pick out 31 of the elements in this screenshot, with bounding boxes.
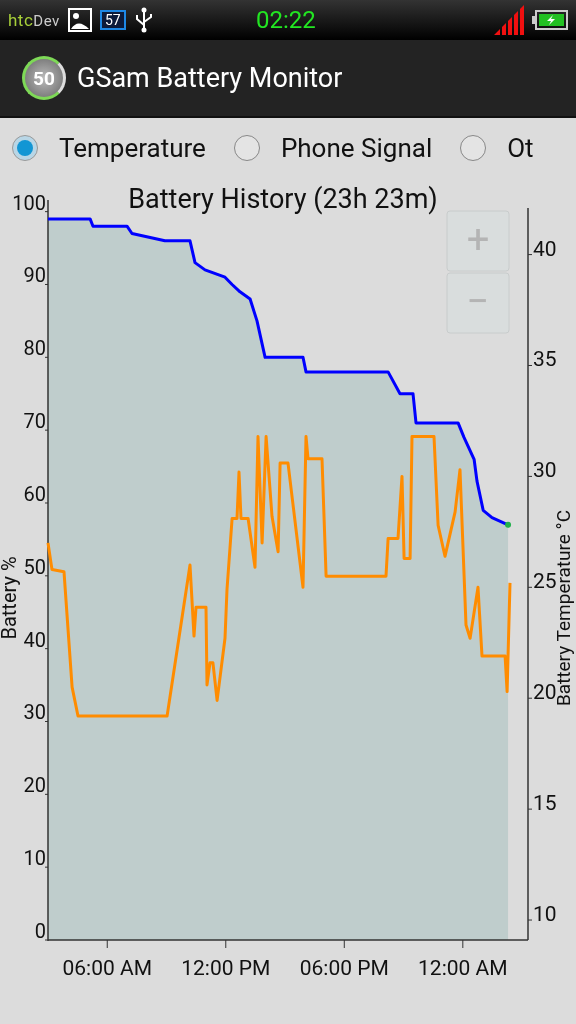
tick-label: 70 (23, 409, 46, 434)
tick-label: 25 (533, 569, 557, 594)
tick-label: 20 (23, 773, 46, 798)
tick-label: 90 (23, 263, 46, 288)
tick-label: 30 (23, 700, 46, 725)
clock-time: 02:22 (256, 6, 316, 34)
chart-title: Battery History (23h 23m) (128, 183, 438, 215)
option-label[interactable]: Phone Signal (280, 133, 433, 163)
option-label[interactable]: Ot (507, 133, 534, 163)
tick-label: 0 (34, 919, 46, 943)
tick-label: 12:00 PM (181, 956, 271, 980)
option-label[interactable]: Temperature (59, 133, 206, 163)
tick-label: 35 (533, 347, 557, 372)
tick-label: 15 (533, 791, 557, 816)
tick-label: 10 (533, 902, 557, 927)
tick-label: 10 (23, 846, 46, 871)
tick-label: 06:00 AM (62, 956, 153, 980)
tick-label: 50 (23, 554, 46, 579)
tick-label: 40 (23, 627, 46, 652)
tick-label: 100 (12, 190, 46, 215)
notification-badge: 57 (99, 10, 126, 30)
tick-label: 12:00 AM (418, 956, 508, 980)
brand-logo: htcDev (8, 10, 60, 30)
tick-label: 30 (533, 458, 557, 483)
app-title: GSam Battery Monitor (77, 62, 343, 94)
app-icon: 50 (22, 56, 66, 100)
tick-label: 06:00 PM (299, 956, 389, 980)
tick-label: 80 (23, 336, 46, 361)
tick-label: 40 (533, 236, 557, 261)
axis-title: Battery % (0, 556, 21, 640)
tick-label: 60 (23, 482, 46, 506)
